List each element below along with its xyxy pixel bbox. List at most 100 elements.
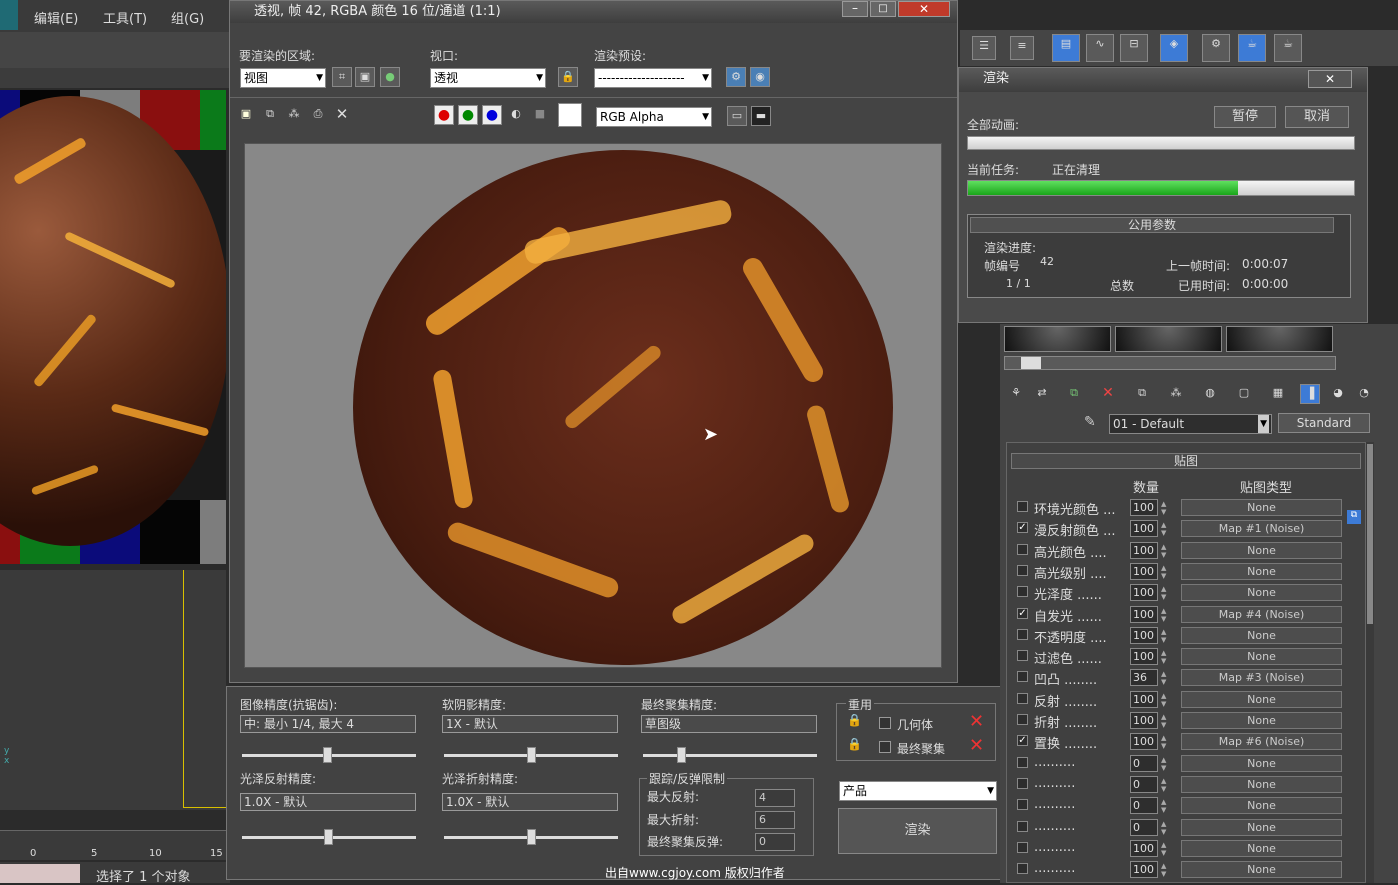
map-enable-checkbox[interactable] <box>1017 863 1028 875</box>
preset-dropdown[interactable]: -------------------- ▼ <box>594 68 712 88</box>
spinner-arrows-icon[interactable]: ▲ ▼ <box>1161 564 1170 580</box>
clear-geometry-icon[interactable]: ✕ <box>969 713 984 731</box>
final-gather-field[interactable]: 草图级 <box>641 715 817 733</box>
auto-region-icon[interactable]: ▣ <box>355 67 375 87</box>
material-id-icon[interactable]: ▢ <box>1234 384 1254 404</box>
map-enable-checkbox[interactable] <box>1017 714 1028 725</box>
map-enable-checkbox[interactable] <box>1017 501 1028 512</box>
final-gather-checkbox[interactable] <box>879 741 891 753</box>
render-setup-icon[interactable]: ⚙ <box>1202 34 1230 62</box>
map-enable-checkbox[interactable]: ✓ <box>1017 607 1028 619</box>
close-button[interactable]: ✕ <box>898 1 950 17</box>
lock-icon[interactable]: 🔒 <box>847 713 862 729</box>
go-parent-icon[interactable]: ◕ <box>1328 384 1348 404</box>
map-link-icon[interactable]: ⧉ <box>1347 510 1361 524</box>
eyedropper-icon[interactable]: ✎ <box>1084 414 1096 430</box>
spinner-arrows-icon[interactable]: ▲ ▼ <box>1161 692 1170 708</box>
menu-group[interactable]: 组(G) <box>171 8 204 27</box>
spinner-arrows-icon[interactable]: ▲ ▼ <box>1161 585 1170 601</box>
map-amount-spinner[interactable]: 0 <box>1130 818 1158 836</box>
aa-slider[interactable] <box>242 747 416 763</box>
map-slot-button[interactable]: None <box>1181 839 1342 857</box>
soft-shadow-field[interactable]: 1X - 默认 <box>442 715 618 733</box>
put-to-scene-icon[interactable]: ⇄ <box>1032 384 1052 404</box>
copy-material-icon[interactable]: ⧉ <box>1132 384 1152 404</box>
map-amount-spinner[interactable]: 36 <box>1130 669 1158 687</box>
map-amount-spinner[interactable]: 100 <box>1130 626 1158 644</box>
channel-dropdown[interactable]: RGB Alpha ▼ <box>596 107 712 127</box>
spinner-arrows-icon[interactable]: ▲ ▼ <box>1161 607 1170 623</box>
map-amount-spinner[interactable]: 100 <box>1130 520 1158 538</box>
sample-scrollbar[interactable] <box>1004 356 1336 370</box>
gloss-reflection-field[interactable]: 1.0X - 默认 <box>240 793 416 811</box>
max-refractions-spinner[interactable]: 6 <box>755 811 795 829</box>
render-frame-icon[interactable]: ☕ <box>1238 34 1266 62</box>
alpha-channel-icon[interactable]: ◐ <box>506 105 526 125</box>
map-slot-button[interactable]: None <box>1181 690 1342 708</box>
map-amount-spinner[interactable]: 100 <box>1130 499 1158 516</box>
map-slot-button[interactable]: Map #3 (Noise) <box>1181 669 1342 687</box>
environment-icon[interactable]: ◉ <box>750 67 770 87</box>
perspective-viewport-left[interactable] <box>0 90 226 564</box>
print-icon[interactable]: ⎙ <box>308 105 328 125</box>
reset-icon[interactable]: ✕ <box>1098 384 1118 404</box>
map-slot-button[interactable]: None <box>1181 754 1342 772</box>
time-ruler[interactable]: 0 5 10 15 <box>0 830 226 860</box>
color-swatch[interactable] <box>558 103 582 127</box>
sample-slot[interactable] <box>1115 326 1222 352</box>
clear-final-gather-icon[interactable]: ✕ <box>969 737 984 755</box>
map-slot-button[interactable]: Map #4 (Noise) <box>1181 605 1342 623</box>
render-mode-dropdown[interactable]: 产品 ▼ <box>839 781 997 801</box>
map-amount-spinner[interactable]: 100 <box>1130 605 1158 623</box>
final-gather-slider[interactable] <box>643 747 817 763</box>
map-enable-checkbox[interactable] <box>1017 543 1028 555</box>
gloss-reflection-slider[interactable] <box>242 829 416 845</box>
copy-icon[interactable]: ⧉ <box>260 105 280 125</box>
map-slot-button[interactable]: None <box>1181 499 1342 516</box>
save-icon[interactable]: ▣ <box>236 105 256 125</box>
lock-icon[interactable]: 🔒 <box>558 67 578 87</box>
spinner-arrows-icon[interactable]: ▲ ▼ <box>1161 649 1170 665</box>
area-dropdown[interactable]: 视图 ▼ <box>240 68 326 88</box>
cancel-button[interactable]: 取消 <box>1285 106 1349 128</box>
spinner-arrows-icon[interactable]: ▲ ▼ <box>1161 777 1170 793</box>
show-map-icon[interactable]: ▦ <box>1268 384 1288 404</box>
toggle-ui-icon[interactable]: ▬ <box>751 106 771 126</box>
map-amount-spinner[interactable]: 100 <box>1130 648 1158 666</box>
map-amount-spinner[interactable]: 100 <box>1130 733 1158 751</box>
spinner-arrows-icon[interactable]: ▲ ▼ <box>1161 798 1170 814</box>
maximize-button[interactable]: □ <box>870 1 896 17</box>
map-amount-spinner[interactable]: 100 <box>1130 861 1158 879</box>
geometry-checkbox[interactable] <box>879 717 891 729</box>
map-slot-button[interactable]: None <box>1181 562 1342 580</box>
spinner-arrows-icon[interactable]: ▲ ▼ <box>1161 841 1170 857</box>
map-amount-spinner[interactable]: 100 <box>1130 712 1158 729</box>
go-sibling-icon[interactable]: ◔ <box>1354 384 1374 404</box>
map-amount-spinner[interactable]: 100 <box>1130 690 1158 708</box>
app-logo[interactable] <box>0 0 18 30</box>
green-channel-icon[interactable]: ● <box>458 105 478 125</box>
map-slot-button[interactable]: None <box>1181 541 1342 559</box>
sample-slot[interactable] <box>1004 326 1111 352</box>
show-end-icon[interactable]: ▐ <box>1300 384 1320 404</box>
curve-editor-icon[interactable]: ∿ <box>1086 34 1114 62</box>
align-icon[interactable]: ☰ <box>972 36 996 60</box>
map-enable-checkbox[interactable] <box>1017 564 1028 576</box>
map-slot-button[interactable]: None <box>1181 818 1342 836</box>
map-amount-spinner[interactable]: 0 <box>1130 754 1158 772</box>
assign-icon[interactable]: ⧉ <box>1064 384 1084 404</box>
map-slot-button[interactable]: None <box>1181 584 1342 602</box>
map-amount-spinner[interactable]: 0 <box>1130 797 1158 815</box>
map-enable-checkbox[interactable] <box>1017 628 1028 640</box>
spinner-arrows-icon[interactable]: ▲ ▼ <box>1161 820 1170 836</box>
map-slot-button[interactable]: None <box>1181 712 1342 729</box>
map-enable-checkbox[interactable]: ✓ <box>1017 735 1028 747</box>
map-enable-checkbox[interactable] <box>1017 799 1028 811</box>
toggle-ui-overlay-icon[interactable]: ▭ <box>727 106 747 126</box>
layers-icon[interactable]: ≡ <box>1010 36 1034 60</box>
blue-channel-icon[interactable]: ● <box>482 105 502 125</box>
spinner-arrows-icon[interactable]: ▲ ▼ <box>1161 862 1170 878</box>
map-enable-checkbox[interactable] <box>1017 586 1028 598</box>
map-amount-spinner[interactable]: 100 <box>1130 584 1158 602</box>
map-enable-checkbox[interactable] <box>1017 650 1028 662</box>
